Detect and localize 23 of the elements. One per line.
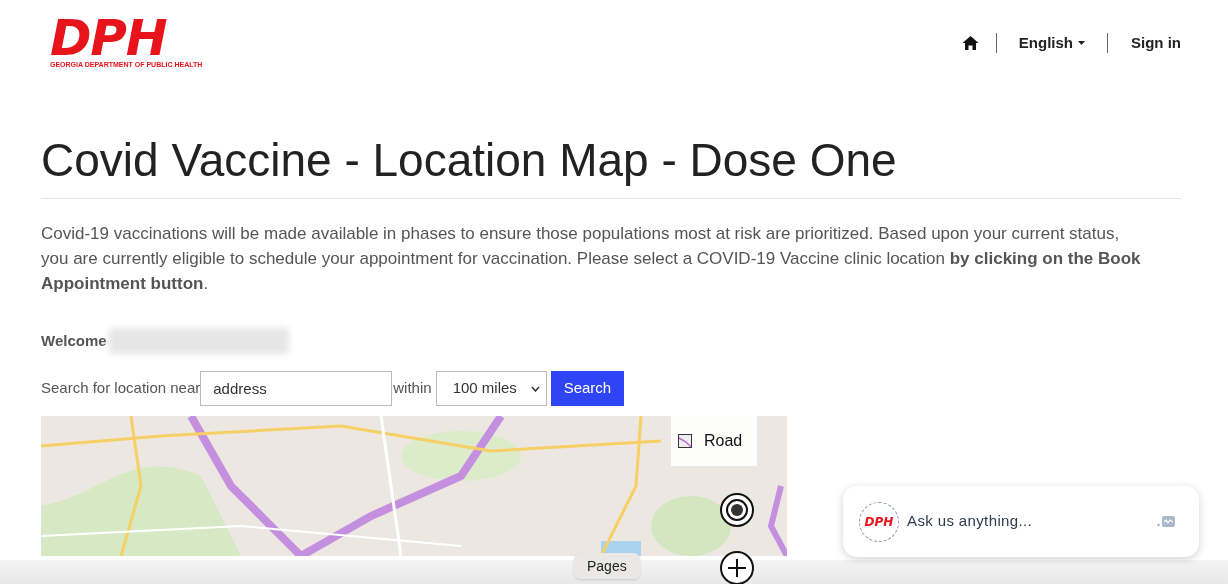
page-title: Covid Vaccine - Location Map - Dose One (41, 136, 898, 184)
road-layer-icon (678, 434, 692, 448)
pages-tooltip: Pages (574, 553, 640, 579)
chat-widget[interactable]: DPH Ask us anything... (843, 486, 1199, 557)
chat-placeholder: Ask us anything... (907, 511, 1034, 532)
waveform-icon (1157, 516, 1175, 527)
welcome-label: Welcome (41, 330, 107, 351)
language-menu[interactable]: English (996, 32, 1107, 55)
intro-paragraph: Covid-19 vaccinations will be made available in phases to ensure those populations most at risk are prioritized. Based upon your current status, you are currently eligible to schedule your appointment for vaccination. Please select a COVID-19 Vaccine clinic location by clicking on the Book Appointment button. (41, 223, 1142, 295)
search-button[interactable]: Search (550, 371, 625, 406)
zoom-in-button[interactable] (719, 550, 755, 584)
home-icon[interactable] (961, 35, 979, 52)
sign-in-link[interactable]: Sign in (1108, 32, 1181, 55)
caret-icon (1078, 41, 1085, 46)
logo-letters: DPH (50, 16, 167, 60)
search-label: Search for location near (41, 378, 201, 399)
within-label: within (393, 378, 432, 399)
chevron-icon (530, 385, 540, 392)
chat-logo-letters: DPH (864, 513, 894, 531)
radius-select[interactable]: 100 miles (435, 371, 547, 406)
layer-button[interactable]: Road (671, 416, 757, 466)
locate-button[interactable] (719, 492, 755, 528)
address-field[interactable]: address (200, 371, 393, 406)
